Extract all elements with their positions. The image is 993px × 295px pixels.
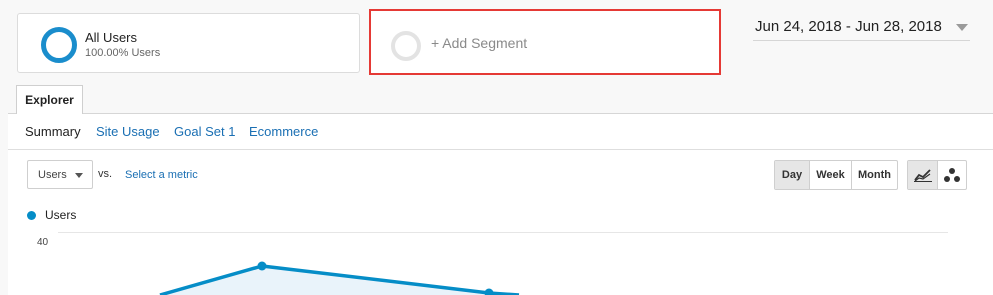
data-point[interactable] <box>484 288 494 295</box>
subtab-site-usage[interactable]: Site Usage <box>96 124 160 139</box>
data-point[interactable] <box>257 261 267 271</box>
period-month-button[interactable]: Month <box>851 161 897 189</box>
y-tick-40: 40 <box>37 237 49 248</box>
segment-donut-icon <box>41 27 77 63</box>
add-segment-button[interactable]: + Add Segment <box>369 9 721 75</box>
empty-segment-icon <box>391 31 421 61</box>
line-chart-button[interactable] <box>908 161 937 189</box>
subtab-summary[interactable]: Summary <box>25 124 81 139</box>
motion-chart-button[interactable] <box>937 161 966 189</box>
caret-down-icon <box>75 173 83 178</box>
users-line-chart: 40 <box>37 232 948 295</box>
vs-label: vs. <box>98 168 113 180</box>
date-range-label: Jun 24, 2018 - Jun 28, 2018 <box>755 18 942 35</box>
segment-detail: 100.00% Users <box>85 47 161 59</box>
metric-select[interactable]: Users <box>27 160 93 189</box>
chart-type-toggle <box>907 160 967 190</box>
period-day-button[interactable]: Day <box>775 161 809 189</box>
subtab-ecommerce[interactable]: Ecommerce <box>249 124 318 139</box>
motion-chart-icon <box>944 168 960 182</box>
subtab-divider <box>8 149 993 150</box>
metric-select-value: Users <box>38 169 67 181</box>
segment-all-users[interactable]: All Users 100.00% Users <box>17 13 360 73</box>
add-segment-label: + Add Segment <box>431 35 528 51</box>
period-week-button[interactable]: Week <box>809 161 851 189</box>
select-metric-link[interactable]: Select a metric <box>125 169 198 181</box>
segment-name: All Users <box>85 30 138 45</box>
date-range-picker[interactable]: Jun 24, 2018 - Jun 28, 2018 <box>753 16 970 41</box>
line-chart-icon <box>913 169 932 182</box>
legend-users-label: Users <box>45 208 77 222</box>
chevron-down-icon <box>956 24 968 31</box>
legend-users-marker <box>27 211 36 220</box>
subtab-goal-set-1[interactable]: Goal Set 1 <box>174 124 235 139</box>
tab-explorer[interactable]: Explorer <box>16 85 83 114</box>
period-toggle: Day Week Month <box>774 160 898 190</box>
